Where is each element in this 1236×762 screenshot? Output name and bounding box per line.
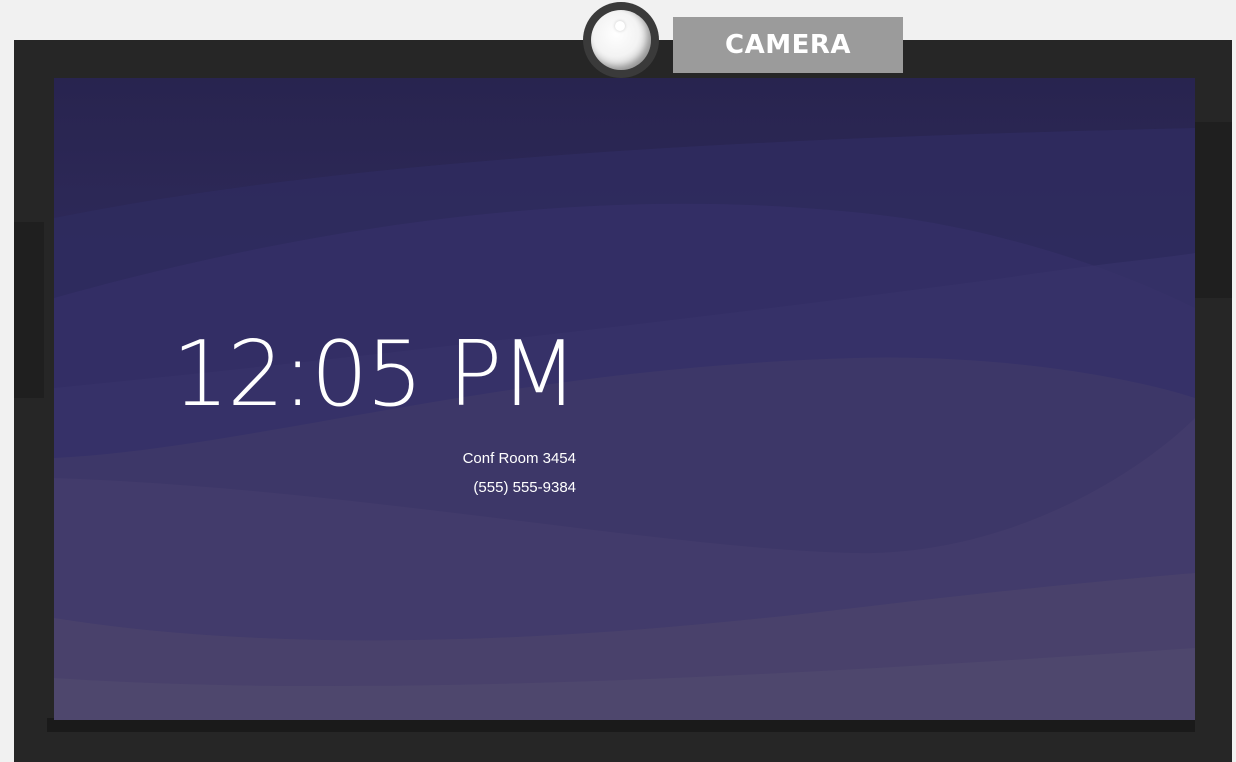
screen-shadow xyxy=(47,718,1195,732)
room-phone: (555) 555-9384 xyxy=(473,479,576,496)
display-screen: 12:05 PM Conf Room 3454 (555) 555-9384 xyxy=(54,78,1195,720)
device-stage: 12:05 PM Conf Room 3454 (555) 555-9384 C… xyxy=(0,0,1236,762)
room-name: Conf Room 3454 xyxy=(462,450,576,467)
camera-lens xyxy=(591,10,651,70)
bezel-shade-left xyxy=(14,222,44,398)
clock-time: 12:05 PM xyxy=(172,322,578,427)
camera-label: CAMERA xyxy=(673,17,903,73)
room-info: Conf Room 3454 (555) 555-9384 xyxy=(354,444,576,502)
bezel-shade-right xyxy=(1192,122,1232,298)
camera-lens-icon xyxy=(583,2,659,78)
camera-glint xyxy=(615,21,625,31)
